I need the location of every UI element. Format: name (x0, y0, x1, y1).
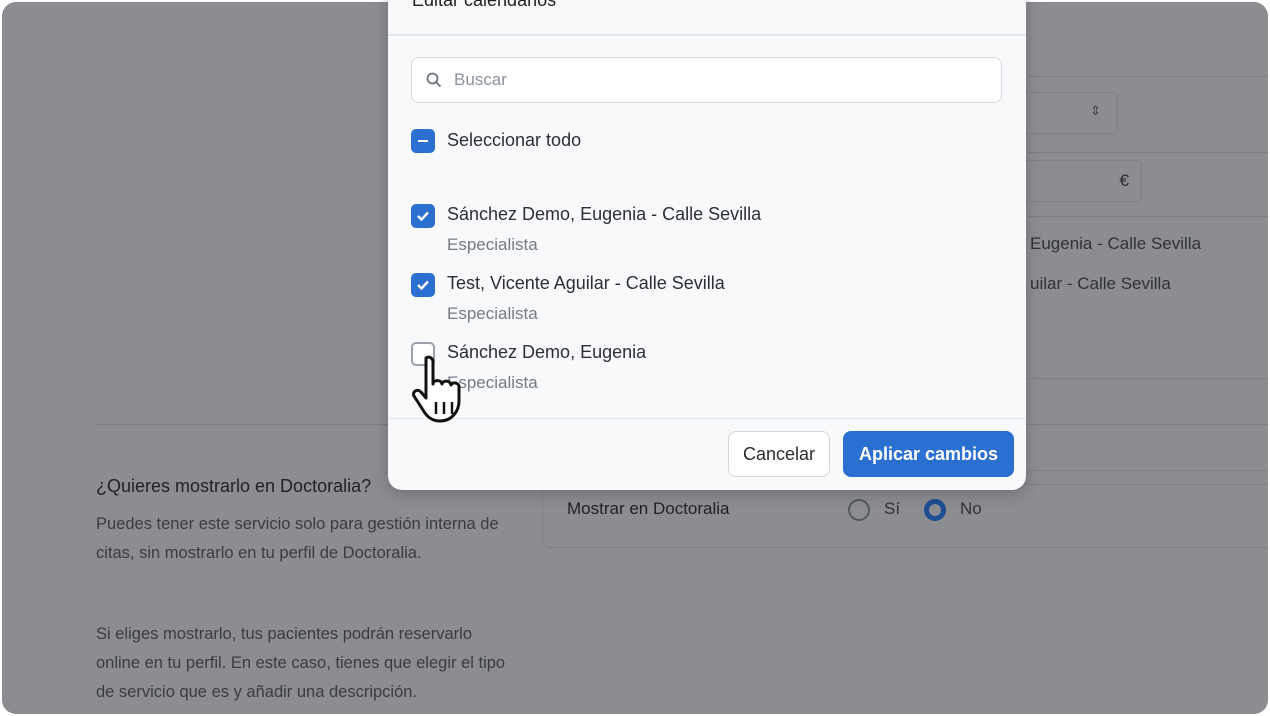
search-icon (426, 72, 442, 88)
radio-yes[interactable] (848, 499, 870, 521)
section-description: Puedes tener este servicio solo para ges… (96, 515, 499, 562)
hand-pointer-cursor-icon (412, 355, 461, 423)
select-all-row[interactable]: Seleccionar todo (411, 129, 581, 153)
check-icon (417, 280, 429, 291)
divider (1028, 470, 1268, 471)
divider (1028, 378, 1268, 379)
modal-footer: Cancelar Aplicar cambios (388, 418, 1026, 490)
modal-title: Editar calendarios (412, 0, 557, 10)
divider (1028, 216, 1268, 217)
search-field[interactable] (411, 57, 1002, 103)
select-all-checkbox[interactable] (411, 129, 435, 153)
check-icon (417, 211, 429, 222)
price-input[interactable]: € (1022, 160, 1142, 202)
calendar-role: Especialista (447, 235, 538, 254)
checkbox-checked[interactable] (411, 204, 435, 228)
search-input[interactable] (454, 70, 954, 90)
calendar-item[interactable]: Sánchez Demo, Eugenia - Calle Sevilla Esp… (411, 204, 761, 255)
up-down-icon: ⇕ (1090, 103, 1101, 118)
checkbox-checked[interactable] (411, 273, 435, 297)
calendar-line: Eugenia - Calle Sevilla (1030, 234, 1202, 253)
radio-no-label: No (960, 499, 982, 518)
modal-header: Editar calendarios (388, 0, 1026, 36)
divider (1028, 152, 1268, 153)
edit-calendars-modal: Editar calendarios Seleccionar todo Sánc… (388, 0, 1026, 490)
currency-symbol: € (1119, 171, 1129, 190)
select-all-label: Seleccionar todo (447, 130, 582, 150)
calendar-role: Especialista (447, 304, 538, 323)
divider (1028, 76, 1268, 77)
section-description: Si eliges mostrarlo, tus pacientes podrá… (96, 625, 506, 701)
section-title: ¿Quieres mostrarlo en Doctoralia? (96, 476, 372, 496)
radio-yes-label: Sí (884, 499, 901, 518)
duration-select[interactable]: ⇕ (1022, 92, 1118, 134)
cancel-button[interactable]: Cancelar (728, 431, 830, 477)
show-in-doctoralia-box: Mostrar en Doctoralia (542, 484, 1268, 548)
minus-icon (418, 140, 428, 142)
calendar-name: Test, Vicente Aguilar - Calle Sevilla (447, 273, 725, 293)
radio-no[interactable] (924, 499, 946, 521)
calendar-line: uilar - Calle Sevilla (1030, 274, 1171, 293)
calendar-item[interactable]: Test, Vicente Aguilar - Calle Sevilla Esp… (411, 273, 725, 324)
apply-changes-button[interactable]: Aplicar cambios (843, 431, 1014, 477)
chevron-up-icon[interactable] (985, 0, 1005, 9)
calendar-name: Sánchez Demo, Eugenia - Calle Sevilla (447, 204, 762, 224)
show-label: Mostrar en Doctoralia (567, 499, 730, 518)
